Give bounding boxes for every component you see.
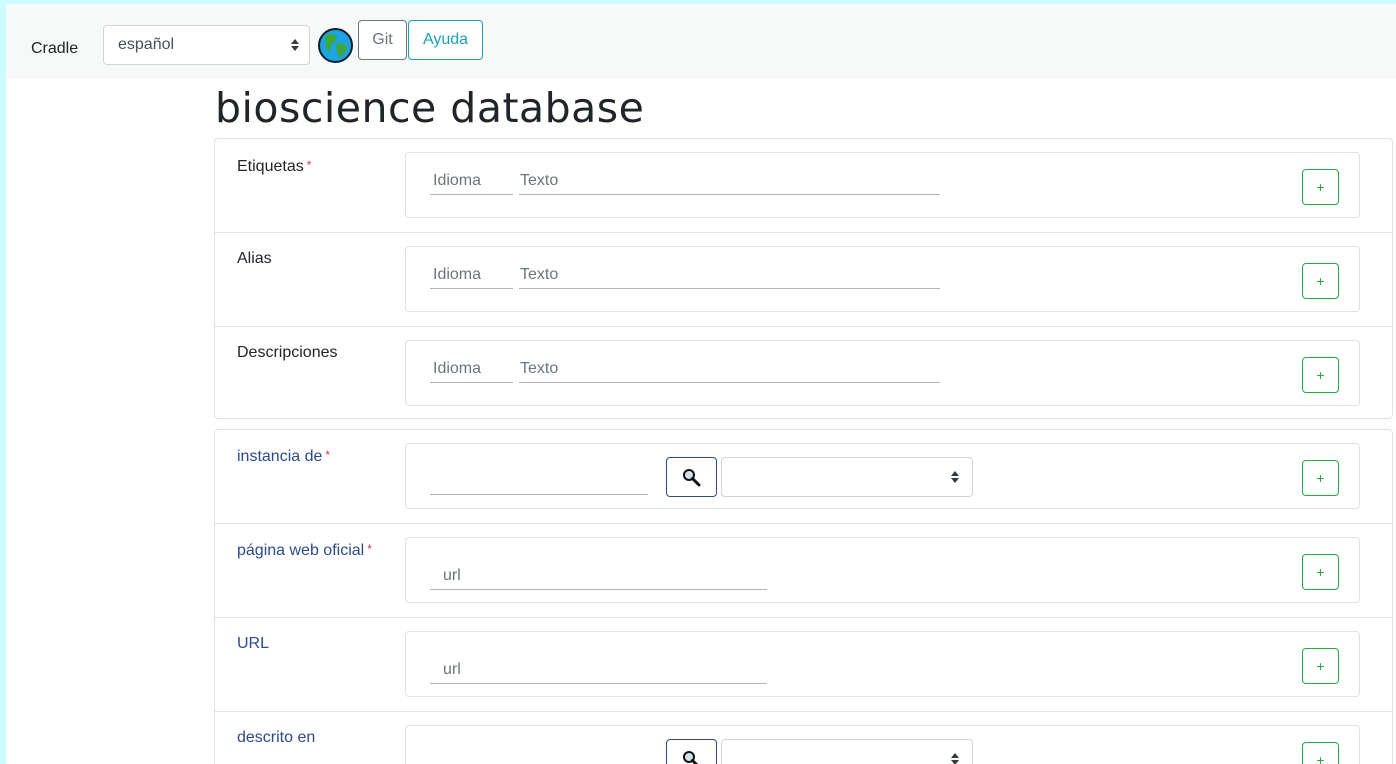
top-navbar: Cradle español Git Ayuda <box>6 4 1396 79</box>
item-search-input[interactable] <box>430 752 648 764</box>
language-select[interactable]: español <box>103 25 310 65</box>
described-at-entry: + <box>405 725 1360 764</box>
item-search-input[interactable] <box>430 470 648 495</box>
select-arrows-icon <box>951 753 959 764</box>
language-input[interactable]: Idioma <box>430 171 513 195</box>
text-input[interactable]: Texto <box>519 265 940 289</box>
page-title: bioscience database <box>215 84 645 132</box>
row-divider <box>215 326 1392 327</box>
descriptions-label: Descripciones <box>237 344 338 361</box>
add-label-button[interactable]: + <box>1302 169 1339 205</box>
search-icon <box>683 469 701 487</box>
labels-label: Etiquetas * <box>237 158 312 175</box>
item-select[interactable] <box>721 739 973 764</box>
add-url-button[interactable]: + <box>1302 648 1339 684</box>
language-input[interactable]: Idioma <box>430 359 513 383</box>
required-marker: * <box>325 448 331 462</box>
search-button[interactable] <box>666 457 717 497</box>
select-arrows-icon <box>951 471 959 483</box>
official-website-label[interactable]: página web oficial * <box>237 542 372 560</box>
row-divider <box>215 523 1392 524</box>
add-description-button[interactable]: + <box>1302 357 1339 393</box>
search-icon <box>683 751 699 764</box>
search-button[interactable] <box>666 739 717 764</box>
text-input[interactable]: Texto <box>519 171 940 195</box>
row-divider <box>215 232 1392 233</box>
aliases-entry: Idioma Texto + <box>405 246 1360 312</box>
described-at-label[interactable]: descrito en <box>237 729 315 747</box>
official-website-entry: url + <box>405 537 1360 603</box>
language-input[interactable]: Idioma <box>430 265 513 289</box>
descriptions-entry: Idioma Texto + <box>405 340 1360 406</box>
url-label[interactable]: URL <box>237 635 269 653</box>
page: Cradle español Git Ayuda bioscience data… <box>6 4 1396 764</box>
required-marker: * <box>367 542 372 556</box>
language-select-value: español <box>118 36 175 53</box>
row-divider <box>215 617 1392 618</box>
brand-label: Cradle <box>31 40 79 57</box>
help-button[interactable]: Ayuda <box>408 20 483 60</box>
aliases-label: Alias <box>237 250 272 267</box>
add-alias-button[interactable]: + <box>1302 263 1339 299</box>
required-marker: * <box>306 158 312 172</box>
row-divider <box>215 711 1392 712</box>
url-input[interactable]: url <box>430 566 767 590</box>
globe-icon[interactable] <box>318 28 353 63</box>
instance-of-entry: + <box>405 443 1360 509</box>
statements-card: instancia de * + página web oficial * url … <box>214 429 1393 764</box>
url-entry: url + <box>405 631 1360 697</box>
add-instance-of-button[interactable]: + <box>1302 460 1339 496</box>
labels-entry: Idioma Texto + <box>405 152 1360 218</box>
terms-card: Etiquetas * Idioma Texto + Alias Idioma T… <box>214 138 1393 419</box>
item-select[interactable] <box>721 457 973 497</box>
select-arrows-icon <box>291 39 299 51</box>
add-official-website-button[interactable]: + <box>1302 554 1339 590</box>
add-described-at-button[interactable]: + <box>1302 742 1339 764</box>
git-button[interactable]: Git <box>358 20 407 60</box>
instance-of-label[interactable]: instancia de * <box>237 448 330 466</box>
text-input[interactable]: Texto <box>519 359 940 383</box>
url-input[interactable]: url <box>430 660 767 684</box>
